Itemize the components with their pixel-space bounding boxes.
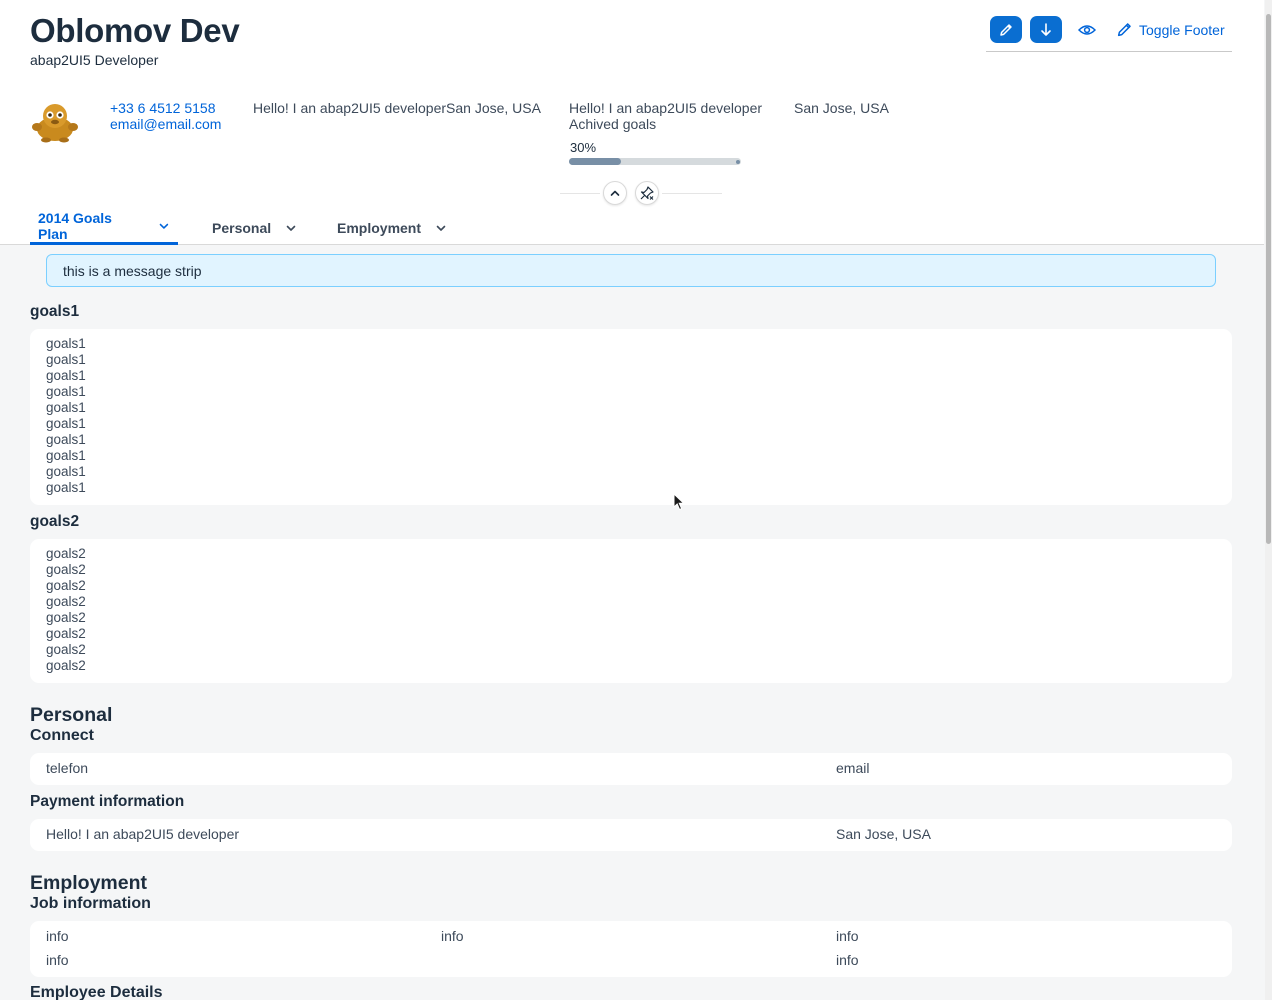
list-item: goals2	[46, 610, 86, 625]
view-button[interactable]	[1074, 16, 1100, 43]
goals2-heading: goals2	[30, 513, 80, 530]
payment-subsection-title: Payment information	[30, 793, 185, 810]
list-item: goals1	[46, 448, 86, 463]
header-intro-text: Hello! I an abap2UI5 developer	[569, 100, 763, 116]
list-item: goals1	[46, 416, 86, 431]
page-title: Oblomov Dev	[30, 12, 240, 49]
eye-icon	[1078, 24, 1096, 35]
chevron-down-icon[interactable]	[158, 220, 170, 232]
pin-header-button[interactable]	[635, 181, 659, 205]
progress-indicator	[569, 158, 741, 165]
payment-right-field: San Jose, USA	[836, 826, 931, 842]
chevron-down-icon[interactable]	[435, 222, 447, 234]
list-item: goals1	[46, 480, 86, 495]
object-page-header: Oblomov Dev abap2UI5 Developer Toggle Fo…	[0, 0, 1264, 245]
tab-label: Employment	[337, 219, 422, 236]
header-about-text: Hello! I an abap2UI5 developerSan Jose, …	[253, 100, 541, 116]
job-info-cell: info	[46, 928, 69, 944]
pencil-icon	[1117, 23, 1131, 37]
goals2-card: goals2 goals2 goals2 goals2 goals2 goals2 goal…	[30, 539, 1232, 683]
list-item: goals2	[46, 546, 86, 561]
list-item: goals1	[46, 384, 86, 399]
list-item: goals2	[46, 578, 86, 593]
list-item: goals2	[46, 626, 86, 641]
header-actions: Toggle Footer	[986, 14, 1232, 52]
object-page: Oblomov Dev abap2UI5 Developer Toggle Fo…	[0, 0, 1264, 1000]
tab-label: 2014 Goals Plan	[38, 210, 112, 242]
scrollbar-thumb[interactable]	[1266, 14, 1271, 544]
chevron-up-icon	[610, 190, 620, 196]
job-info-card: info info info info info	[30, 921, 1232, 977]
list-item: goals1	[46, 432, 86, 447]
email-link[interactable]: email@email.com	[110, 116, 221, 132]
employment-section-title: Employment	[30, 872, 148, 894]
arrow-down-icon	[1041, 22, 1051, 36]
edit-button[interactable]	[990, 16, 1022, 43]
chevron-down-icon[interactable]	[285, 222, 297, 234]
list-item: goals2	[46, 658, 86, 673]
list-item: goals1	[46, 336, 86, 351]
message-strip: this is a message strip	[46, 254, 1216, 287]
header-goals-block: Hello! I an abap2UI5 developer Achived g…	[569, 100, 762, 132]
progress-end-dot	[736, 160, 740, 164]
connect-email-field: email	[836, 760, 870, 776]
goals2-list: goals2 goals2 goals2 goals2 goals2 goals2 goal…	[30, 539, 1232, 681]
header-divider-left	[560, 193, 600, 194]
payment-left-field: Hello! I an abap2UI5 developer	[46, 826, 240, 842]
tab-label: Personal	[212, 219, 272, 236]
header-location: San Jose, USA	[794, 100, 889, 116]
payment-card: Hello! I an abap2UI5 developer San Jose,…	[30, 819, 1232, 851]
collapse-header-button[interactable]	[603, 181, 627, 205]
job-info-cell: info	[836, 952, 859, 968]
job-info-cell: info	[441, 928, 464, 944]
job-info-cell: info	[836, 928, 859, 944]
tab-personal[interactable]: Personal	[204, 210, 305, 245]
avatar	[32, 104, 78, 143]
achieved-goals-label: Achived goals	[569, 116, 657, 132]
download-button[interactable]	[1030, 16, 1062, 43]
page-subtitle: abap2UI5 Developer	[30, 52, 159, 68]
goals1-heading: goals1	[30, 303, 80, 320]
progress-label: 30%	[570, 140, 597, 155]
personal-section-title: Personal	[30, 704, 113, 726]
connect-phone-field: telefon	[46, 760, 89, 776]
header-divider-right	[662, 193, 722, 194]
list-item: goals2	[46, 594, 86, 609]
goals1-card: goals1 goals1 goals1 goals1 goals1 goals1 goal…	[30, 329, 1232, 505]
list-item: goals1	[46, 464, 86, 479]
job-info-subsection-title: Job information	[30, 895, 151, 912]
pin-slash-icon	[640, 186, 654, 200]
progress-fill	[569, 158, 621, 165]
employee-details-subsection-title: Employee Details	[30, 984, 163, 1000]
toggle-footer-label: Toggle Footer	[1139, 21, 1225, 38]
list-item: goals1	[46, 368, 86, 383]
tab-2014-goals-plan[interactable]: 2014 Goals Plan	[30, 210, 178, 245]
toggle-footer-button[interactable]: Toggle Footer	[1116, 16, 1225, 43]
tab-employment[interactable]: Employment	[329, 210, 455, 245]
list-item: goals1	[46, 352, 86, 367]
connect-subsection-title: Connect	[30, 727, 94, 744]
pencil-icon	[1000, 23, 1012, 36]
list-item: goals2	[46, 562, 86, 577]
connect-card: telefon email	[30, 753, 1232, 785]
phone-link[interactable]: +33 6 4512 5158	[110, 100, 221, 116]
contact-links: +33 6 4512 5158 email@email.com	[110, 100, 221, 132]
list-item: goals2	[46, 642, 86, 657]
list-item: goals1	[46, 400, 86, 415]
job-info-cell: info	[46, 952, 69, 968]
mouse-cursor-icon	[673, 493, 685, 511]
goals1-list: goals1 goals1 goals1 goals1 goals1 goals1 goal…	[30, 329, 1232, 503]
